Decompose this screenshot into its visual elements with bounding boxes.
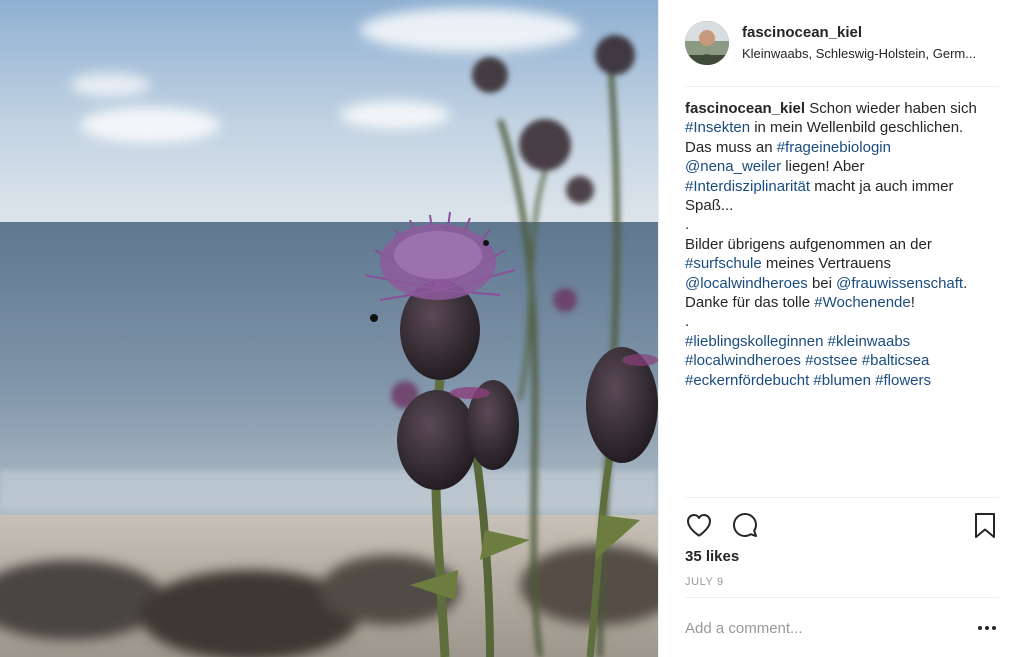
bookmark-icon[interactable] xyxy=(971,511,999,539)
heart-icon[interactable] xyxy=(685,511,713,539)
hashtag-link[interactable]: #Insekten xyxy=(685,119,750,136)
avatar[interactable] xyxy=(685,21,729,65)
caption-line: #lieblingskolleginnen #kleinwaabs xyxy=(685,332,1003,351)
caption-line: #Interdisziplinarität macht ja auch imme… xyxy=(685,177,1003,196)
thistle-photo-image xyxy=(0,0,658,657)
instagram-post: fascinocean_kiel Kleinwaabs, Schleswig-H… xyxy=(0,0,1024,657)
post-date: JULY 9 xyxy=(685,576,724,588)
hashtag-link[interactable]: #balticsea xyxy=(862,352,930,369)
likes-count[interactable]: 35 likes xyxy=(685,548,739,565)
hashtag-link[interactable]: #Wochenende xyxy=(814,294,910,311)
caption-username-link[interactable]: fascinocean_kiel xyxy=(685,100,805,117)
post-caption: fascinocean_kiel Schon wieder haben sich… xyxy=(685,99,1003,390)
caption-line: Spaß... xyxy=(685,196,1003,215)
hashtag-link[interactable]: #lieblingskolleginnen xyxy=(685,333,823,350)
caption-line: . xyxy=(685,215,1003,234)
caption-line: @localwindheroes bei @frauwissenschaft. xyxy=(685,274,1003,293)
caption-line: #localwindheroes #ostsee #balticsea xyxy=(685,351,1003,370)
caption-text: meines Vertrauens xyxy=(761,255,891,273)
hashtag-link[interactable]: #blumen xyxy=(813,372,871,389)
more-options-icon[interactable] xyxy=(975,618,999,638)
divider xyxy=(685,86,999,87)
caption-line: #eckernfördebucht #blumen #flowers xyxy=(685,371,1003,390)
caption-line: Das muss an #frageinebiologin xyxy=(685,138,1003,157)
hashtag-link[interactable]: #kleinwaabs xyxy=(828,333,911,350)
caption-text: . xyxy=(685,313,690,331)
caption-text: ! xyxy=(910,294,915,312)
caption-text: Spaß... xyxy=(685,197,734,215)
caption-text: in mein Wellenbild geschlichen. xyxy=(750,119,964,137)
caption-text: Schon wieder haben sich xyxy=(805,100,977,117)
caption-text: Danke für das tolle xyxy=(685,294,815,312)
caption-text: . xyxy=(685,216,690,234)
caption-line: #surfschule meines Vertrauens xyxy=(685,254,1003,273)
caption-line: @nena_weiler liegen! Aber xyxy=(685,157,1003,176)
post-side-panel: fascinocean_kiel Kleinwaabs, Schleswig-H… xyxy=(658,0,1024,657)
caption-line: fascinocean_kiel Schon wieder haben sich xyxy=(685,99,1003,118)
hashtag-link[interactable]: #eckernfördebucht xyxy=(685,372,809,389)
hashtag-link[interactable]: #surfschule xyxy=(685,255,762,272)
caption-line: #Insekten in mein Wellenbild geschlichen… xyxy=(685,118,1003,137)
caption-line: Danke für das tolle #Wochenende! xyxy=(685,293,1003,312)
post-photo[interactable] xyxy=(0,0,658,657)
hashtag-link[interactable]: #frageinebiologin xyxy=(777,139,891,156)
divider xyxy=(685,597,999,598)
hashtag-link[interactable]: #ostsee xyxy=(805,352,858,369)
comment-input[interactable] xyxy=(685,615,955,641)
caption-text: Bilder übrigens aufgenommen an der xyxy=(685,235,932,253)
username-link[interactable]: fascinocean_kiel xyxy=(742,23,999,42)
hashtag-link[interactable]: #Interdisziplinarität xyxy=(685,178,810,195)
caption-text: bei xyxy=(807,274,837,292)
header-text: fascinocean_kiel Kleinwaabs, Schleswig-H… xyxy=(742,23,999,63)
divider xyxy=(685,497,999,498)
caption-text: . xyxy=(963,274,968,292)
avatar-image xyxy=(685,21,729,65)
caption-line: . xyxy=(685,312,1003,331)
caption-line: Bilder übrigens aufgenommen an der xyxy=(685,235,1003,254)
caption-text: liegen! Aber xyxy=(781,158,865,176)
speech-bubble-icon[interactable] xyxy=(731,511,759,539)
caption-text: Das muss an xyxy=(685,138,777,156)
mention-link[interactable]: @localwindheroes xyxy=(685,275,808,292)
hashtag-link[interactable]: #flowers xyxy=(875,372,931,389)
hashtag-link[interactable]: #localwindheroes xyxy=(685,352,801,369)
location-link[interactable]: Kleinwaabs, Schleswig-Holstein, Germ... xyxy=(742,45,999,63)
mention-link[interactable]: @frauwissenschaft xyxy=(836,275,963,292)
post-header: fascinocean_kiel Kleinwaabs, Schleswig-H… xyxy=(685,18,999,68)
caption-text: macht ja auch immer xyxy=(810,177,954,195)
action-bar xyxy=(685,509,999,541)
mention-link[interactable]: @nena_weiler xyxy=(685,158,781,175)
